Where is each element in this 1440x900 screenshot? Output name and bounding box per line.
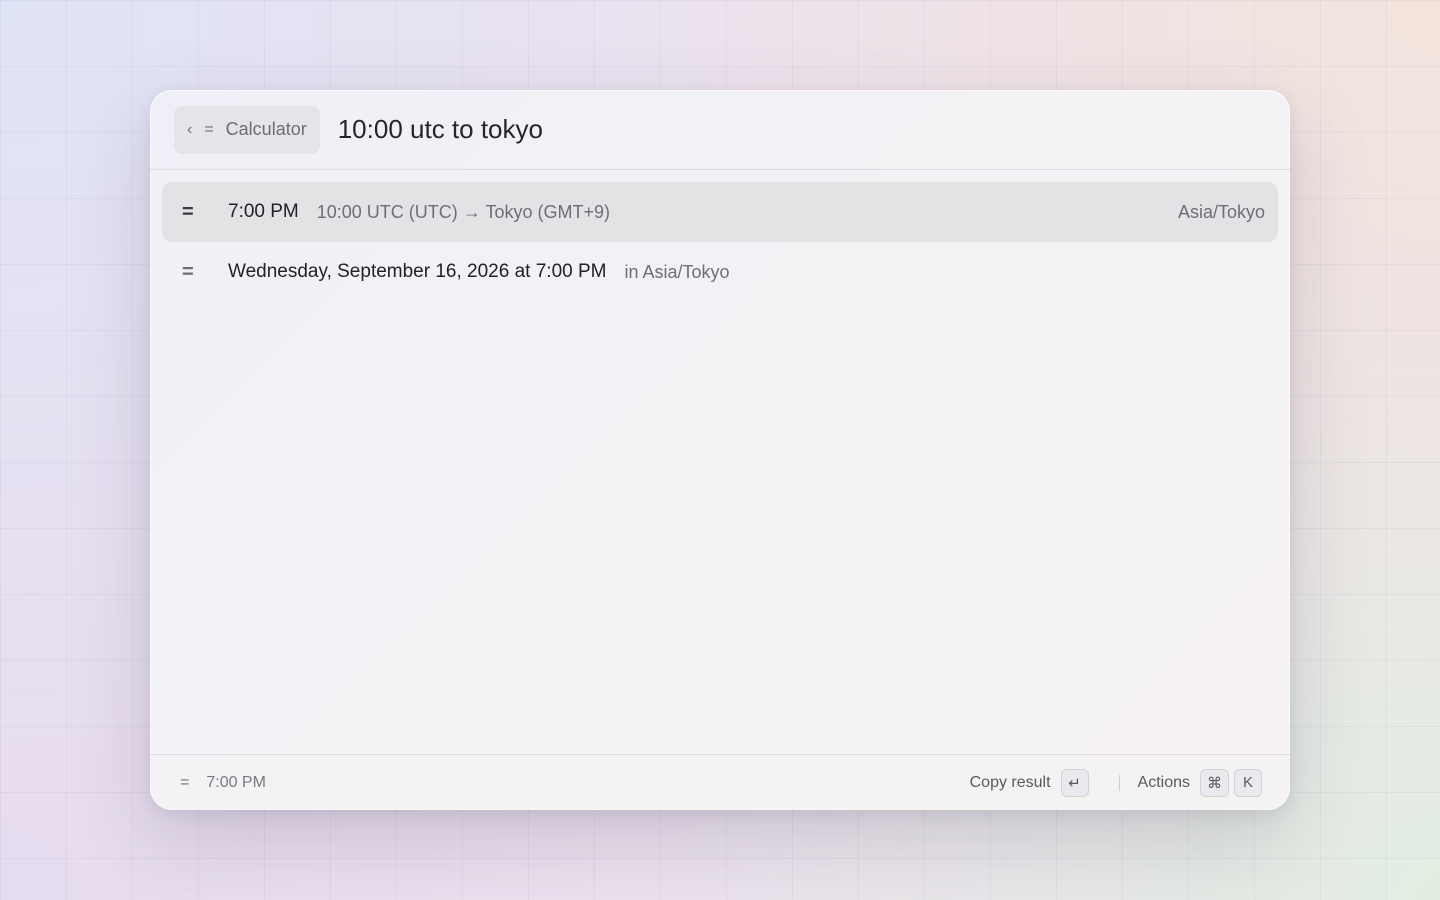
result-title: 7:00 PM [228,201,299,222]
divider [1118,774,1120,791]
search-header: ‹ = Calculator 10:00 utc to tokyo [150,90,1290,170]
calculator-window: ‹ = Calculator 10:00 utc to tokyo = 7:00… [150,90,1290,810]
result-row-date[interactable]: = Wednesday, September 16, 2026 at 7:00 … [162,242,1278,302]
return-key-icon: ↵ [1060,768,1089,797]
result-title: Wednesday, September 16, 2026 at 7:00 PM [228,261,607,282]
search-input[interactable]: 10:00 utc to tokyo [338,114,543,145]
action-bar: = 7:00 PM Copy result ↵ Actions ⌘ K [150,754,1290,810]
equals-icon: = [182,260,194,283]
actions-button[interactable]: Actions [1138,774,1190,792]
copy-result-button[interactable]: Copy result [970,774,1051,792]
chevron-left-icon: ‹ [187,120,193,138]
k-key-icon: K [1234,768,1262,797]
results-list: = 7:00 PM 10:00 UTC (UTC) → Tokyo (GMT+9… [150,170,1290,302]
equals-icon: = [180,773,190,791]
result-row-time[interactable]: = 7:00 PM 10:00 UTC (UTC) → Tokyo (GMT+9… [162,182,1278,242]
result-subtitle: in Asia/Tokyo [624,261,730,282]
equals-icon: = [182,200,194,223]
result-accessory: Asia/Tokyo [1177,201,1265,222]
command-key-icon: ⌘ [1200,768,1229,797]
back-to-extension-button[interactable]: ‹ = Calculator [174,105,320,154]
extension-name: Calculator [225,119,307,139]
result-subtitle: 10:00 UTC (UTC) → Tokyo (GMT+9) [316,201,610,222]
equals-icon: = [204,120,214,138]
selected-value: 7:00 PM [206,773,266,791]
